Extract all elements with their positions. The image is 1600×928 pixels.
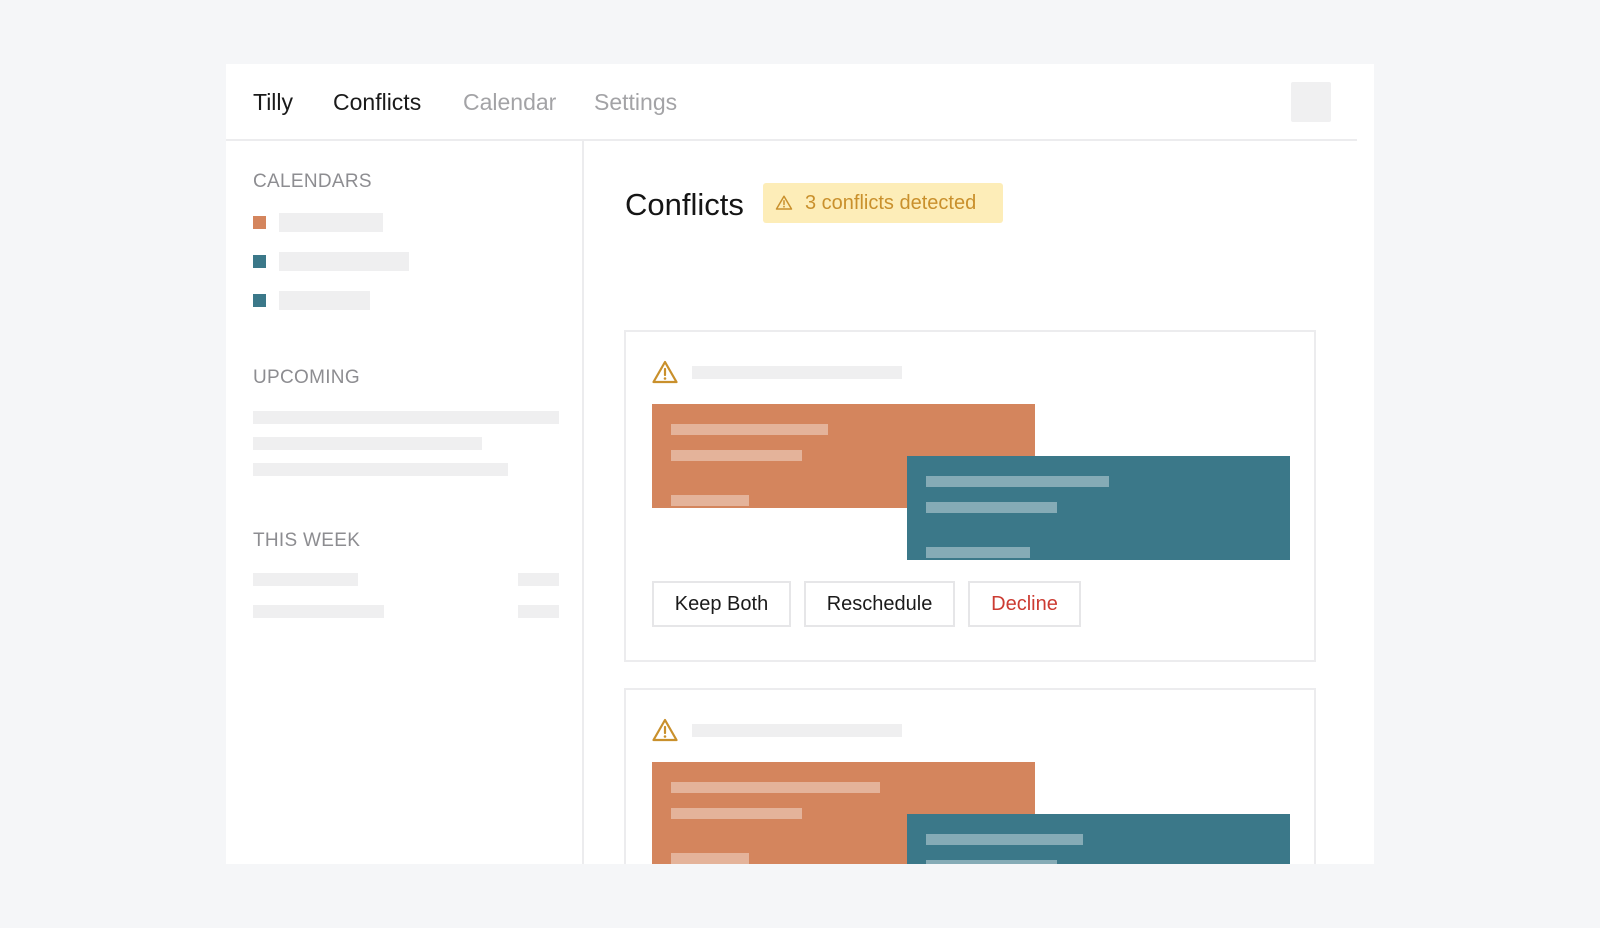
event-block-teal[interactable] — [907, 456, 1290, 560]
sidebar: CALENDARS UPCOMING THIS WEEK — [226, 141, 584, 864]
event-line-placeholder — [671, 808, 802, 819]
event-line-placeholder — [671, 450, 802, 461]
top-nav: Tilly Conflicts Calendar Settings — [226, 64, 1357, 141]
conflicts-badge: 3 conflicts detected — [763, 183, 1003, 223]
week-item-placeholder[interactable] — [253, 605, 384, 618]
week-item-value-placeholder — [518, 573, 559, 586]
conflict-card — [624, 688, 1316, 864]
calendar-name-placeholder[interactable] — [279, 252, 409, 271]
event-line-placeholder — [671, 495, 749, 506]
event-line-placeholder — [671, 782, 880, 793]
page-title: Conflicts — [625, 187, 744, 222]
calendar-color-swatch — [253, 294, 266, 307]
event-line-placeholder — [926, 860, 1057, 864]
main-content: Conflicts 3 conflicts detected Keep Both… — [584, 141, 1374, 864]
brand-logo[interactable]: Tilly — [253, 87, 293, 117]
warning-icon — [775, 195, 793, 210]
conflict-title-placeholder — [692, 724, 902, 737]
nav-tab-settings[interactable]: Settings — [594, 87, 677, 117]
nav-tab-conflicts[interactable]: Conflicts — [333, 87, 421, 117]
conflict-title-placeholder — [692, 366, 902, 379]
this-week-section-label: THIS WEEK — [253, 530, 361, 551]
calendar-name-placeholder[interactable] — [279, 291, 370, 310]
event-line-placeholder — [671, 424, 828, 435]
upcoming-section-label: UPCOMING — [253, 367, 360, 388]
calendar-color-swatch — [253, 216, 266, 229]
calendar-color-swatch — [253, 255, 266, 268]
badge-text: 3 conflicts detected — [805, 191, 977, 214]
upcoming-item-placeholder[interactable] — [253, 463, 508, 476]
event-block-teal[interactable] — [907, 814, 1290, 864]
decline-button[interactable]: Decline — [968, 581, 1081, 627]
event-line-placeholder — [671, 853, 749, 864]
week-item-placeholder[interactable] — [253, 573, 358, 586]
warning-icon — [652, 718, 678, 742]
event-line-placeholder — [926, 502, 1057, 513]
reschedule-button[interactable]: Reschedule — [804, 581, 955, 627]
upcoming-item-placeholder[interactable] — [253, 437, 482, 450]
avatar[interactable] — [1291, 82, 1331, 122]
conflict-card: Keep Both Reschedule Decline — [624, 330, 1316, 662]
calendars-section-label: CALENDARS — [253, 171, 372, 192]
nav-tab-calendar[interactable]: Calendar — [463, 87, 556, 117]
keep-both-button[interactable]: Keep Both — [652, 581, 791, 627]
event-line-placeholder — [926, 476, 1109, 487]
calendar-name-placeholder[interactable] — [279, 213, 383, 232]
app-window: Tilly Conflicts Calendar Settings CALEND… — [226, 64, 1374, 864]
event-line-placeholder — [926, 834, 1083, 845]
week-item-value-placeholder — [518, 605, 559, 618]
event-line-placeholder — [926, 547, 1030, 558]
warning-icon — [652, 360, 678, 384]
upcoming-item-placeholder[interactable] — [253, 411, 559, 424]
